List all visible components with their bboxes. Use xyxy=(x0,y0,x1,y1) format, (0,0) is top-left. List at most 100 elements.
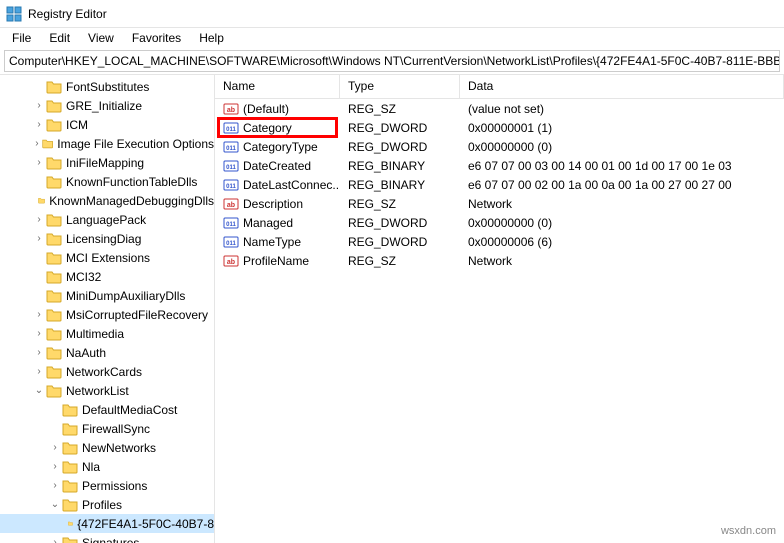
menu-file[interactable]: File xyxy=(4,29,39,47)
tree-item[interactable]: FontSubstitutes xyxy=(0,77,214,96)
tree-item[interactable]: ›Nla xyxy=(0,457,214,476)
tree-item[interactable]: {472FE4A1-5F0C-40B7-8 xyxy=(0,514,214,533)
tree-item[interactable]: ›Permissions xyxy=(0,476,214,495)
value-data: 0x00000000 (0) xyxy=(460,140,784,154)
folder-icon xyxy=(46,98,62,114)
watermark: wsxdn.com xyxy=(721,525,776,537)
value-row[interactable]: 011DateCreatedREG_BINARYe6 07 07 00 03 0… xyxy=(215,156,784,175)
list-panel[interactable]: Name Type Data ab(Default)REG_SZ(value n… xyxy=(215,75,784,543)
column-name-header[interactable]: Name xyxy=(215,75,340,98)
menu-edit[interactable]: Edit xyxy=(41,29,78,47)
list-header: Name Type Data xyxy=(215,75,784,99)
binary-value-icon: 011 xyxy=(223,177,239,193)
folder-icon xyxy=(62,535,78,543)
value-row[interactable]: abDescriptionREG_SZNetwork xyxy=(215,194,784,213)
tree-item[interactable]: MCI32 xyxy=(0,267,214,286)
tree-item-label: DefaultMediaCost xyxy=(82,403,177,417)
folder-icon xyxy=(46,174,62,190)
svg-text:ab: ab xyxy=(227,202,235,209)
list-body: ab(Default)REG_SZ(value not set)011Categ… xyxy=(215,99,784,270)
tree-item[interactable]: KnownFunctionTableDlls xyxy=(0,172,214,191)
tree-expander-icon[interactable]: › xyxy=(32,101,46,111)
tree-expander-icon[interactable]: ⌄ xyxy=(32,386,46,396)
tree-expander-icon[interactable]: › xyxy=(32,139,42,149)
tree-item-label: NaAuth xyxy=(66,346,106,360)
tree-item[interactable]: › Multimedia xyxy=(0,324,214,343)
tree-expander-icon[interactable]: › xyxy=(32,234,46,244)
value-data: (value not set) xyxy=(460,102,784,116)
tree-item[interactable]: › Signatures xyxy=(0,533,214,543)
tree-expander-icon[interactable]: › xyxy=(48,462,62,472)
menu-view[interactable]: View xyxy=(80,29,122,47)
value-row[interactable]: 011DateLastConnec...REG_BINARYe6 07 07 0… xyxy=(215,175,784,194)
address-bar[interactable]: Computer\HKEY_LOCAL_MACHINE\SOFTWARE\Mic… xyxy=(4,50,780,72)
folder-icon xyxy=(62,421,78,437)
tree-item[interactable]: ›IniFileMapping xyxy=(0,153,214,172)
svg-text:011: 011 xyxy=(226,127,236,133)
tree-item[interactable]: ›LanguagePack xyxy=(0,210,214,229)
folder-icon xyxy=(46,307,62,323)
tree-item[interactable]: ⌄Profiles xyxy=(0,495,214,514)
tree-expander-icon[interactable]: › xyxy=(48,538,62,543)
folder-icon xyxy=(46,383,62,399)
folder-icon xyxy=(46,345,62,361)
folder-icon xyxy=(62,497,78,513)
tree-expander-icon[interactable]: › xyxy=(32,367,46,377)
value-data: 0x00000006 (6) xyxy=(460,235,784,249)
tree-item[interactable]: KnownManagedDebuggingDlls xyxy=(0,191,214,210)
tree-item[interactable]: ⌄NetworkList xyxy=(0,381,214,400)
binary-value-icon: 011 xyxy=(223,234,239,250)
tree-expander-icon[interactable]: › xyxy=(32,329,46,339)
tree-expander-icon[interactable]: › xyxy=(32,348,46,358)
tree-item-label: {472FE4A1-5F0C-40B7-8 xyxy=(77,517,214,531)
tree-item[interactable]: MiniDumpAuxiliaryDlls xyxy=(0,286,214,305)
tree-item[interactable]: MCI Extensions xyxy=(0,248,214,267)
value-row[interactable]: 011CategoryTypeREG_DWORD0x00000000 (0) xyxy=(215,137,784,156)
tree-expander-icon[interactable]: ⌄ xyxy=(48,500,62,510)
value-row[interactable]: abProfileNameREG_SZNetwork xyxy=(215,251,784,270)
tree-expander-icon[interactable]: › xyxy=(32,310,46,320)
tree-item-label: Signatures xyxy=(82,536,139,543)
value-data: 0x00000001 (1) xyxy=(460,121,784,135)
tree-item-label: NetworkCards xyxy=(66,365,142,379)
value-row[interactable]: 011CategoryREG_DWORD0x00000001 (1) xyxy=(215,118,784,137)
svg-text:011: 011 xyxy=(226,184,236,190)
tree-expander-icon[interactable]: › xyxy=(32,215,46,225)
string-value-icon: ab xyxy=(223,101,239,117)
tree-item[interactable]: DefaultMediaCost xyxy=(0,400,214,419)
menu-help[interactable]: Help xyxy=(191,29,232,47)
tree-item[interactable]: ›LicensingDiag xyxy=(0,229,214,248)
tree-expander-icon[interactable]: › xyxy=(32,120,46,130)
value-name: (Default) xyxy=(243,102,289,116)
tree-item[interactable]: ›GRE_Initialize xyxy=(0,96,214,115)
tree-expander-icon[interactable]: › xyxy=(32,158,46,168)
tree-expander-icon[interactable]: › xyxy=(48,443,62,453)
value-name: CategoryType xyxy=(243,140,318,154)
window-title: Registry Editor xyxy=(28,7,107,21)
svg-text:011: 011 xyxy=(226,146,236,152)
tree-item[interactable]: ›Image File Execution Options xyxy=(0,134,214,153)
value-name-cell: 011 Category xyxy=(215,120,340,136)
tree-item[interactable]: › NetworkCards xyxy=(0,362,214,381)
folder-icon xyxy=(68,516,73,532)
column-data-header[interactable]: Data xyxy=(460,75,784,98)
binary-value-icon: 011 xyxy=(223,139,239,155)
tree-expander-icon[interactable]: › xyxy=(48,481,62,491)
tree-item-label: Multimedia xyxy=(66,327,124,341)
column-type-header[interactable]: Type xyxy=(340,75,460,98)
value-row[interactable]: 011ManagedREG_DWORD0x00000000 (0) xyxy=(215,213,784,232)
tree-item[interactable]: › ICM xyxy=(0,115,214,134)
tree-item[interactable]: FirewallSync xyxy=(0,419,214,438)
binary-value-icon: 011 xyxy=(223,120,239,136)
tree-item-label: ICM xyxy=(66,118,88,132)
tree-item[interactable]: ›MsiCorruptedFileRecovery xyxy=(0,305,214,324)
value-type: REG_BINARY xyxy=(340,178,460,192)
tree-item[interactable]: ›NewNetworks xyxy=(0,438,214,457)
value-row[interactable]: ab(Default)REG_SZ(value not set) xyxy=(215,99,784,118)
menu-favorites[interactable]: Favorites xyxy=(124,29,189,47)
value-name: Category xyxy=(243,121,292,135)
tree-panel[interactable]: FontSubstitutes›GRE_Initialize›ICM›Image… xyxy=(0,75,215,543)
tree-item[interactable]: › NaAuth xyxy=(0,343,214,362)
value-row[interactable]: 011NameTypeREG_DWORD0x00000006 (6) xyxy=(215,232,784,251)
value-type: REG_DWORD xyxy=(340,235,460,249)
